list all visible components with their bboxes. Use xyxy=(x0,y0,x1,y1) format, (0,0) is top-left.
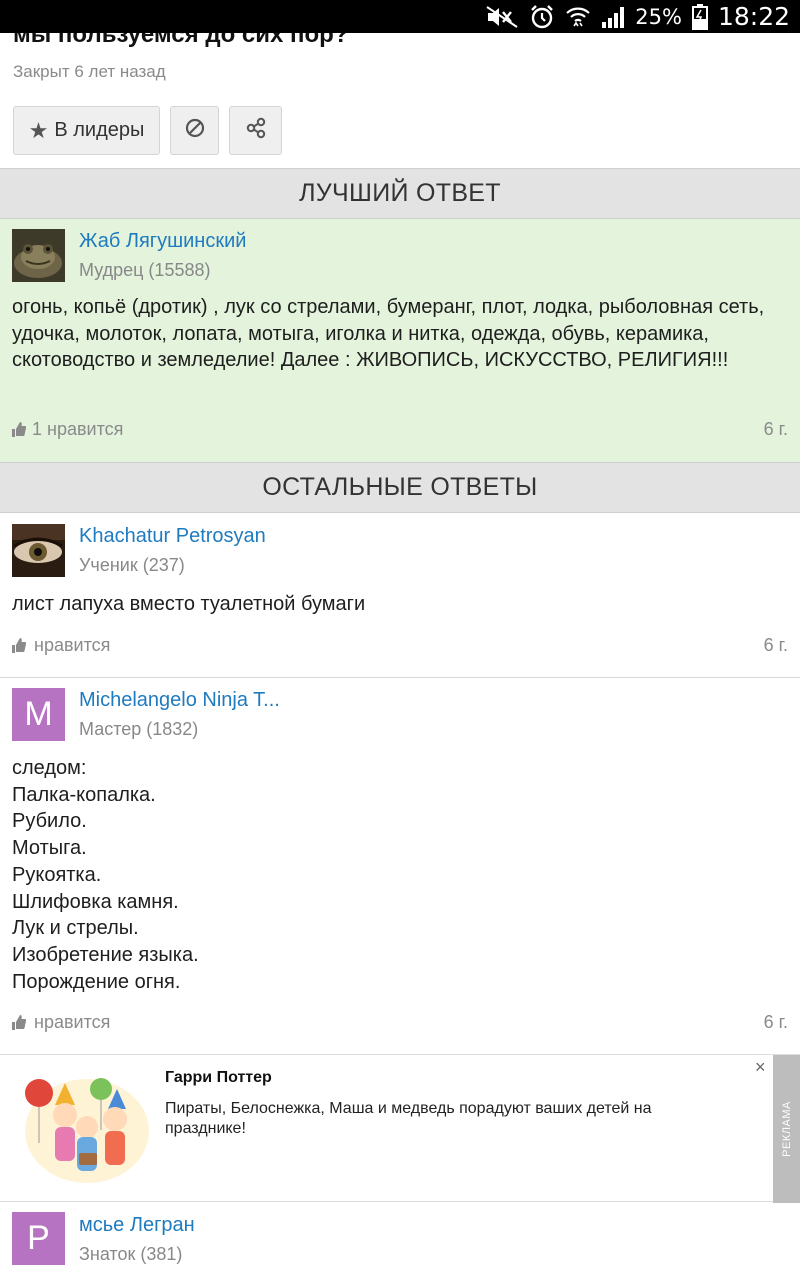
answer-text: лист лапуха вместо туалетной бумаги xyxy=(12,593,366,615)
thumbs-up-icon xyxy=(12,1014,26,1030)
like-label: нравится xyxy=(34,1012,111,1032)
author-name[interactable]: Khachatur Petrosyan xyxy=(79,525,266,548)
question-title: мы пользуемся до сих пор? xyxy=(13,33,349,48)
answer-line: Рубило. xyxy=(12,810,87,833)
author-rank: Знаток (381) xyxy=(79,1244,183,1264)
other-answers-header: ОСТАЛЬНЫЕ ОТВЕТЫ xyxy=(0,462,800,513)
closed-status: Закрыт 6 лет назад xyxy=(13,62,166,81)
mute-icon xyxy=(485,5,519,29)
best-answer-header: ЛУЧШИЙ ОТВЕТ xyxy=(0,168,800,219)
eye-avatar-image xyxy=(12,524,65,577)
answer-line: Лук и стрелы. xyxy=(12,917,139,940)
avatar-letter: P xyxy=(27,1219,50,1257)
avatar[interactable] xyxy=(12,524,65,577)
answer-age: 6 г. xyxy=(763,635,788,655)
battery-charging-icon xyxy=(691,3,708,30)
to-leaders-label: В лидеры xyxy=(54,119,145,141)
clock: 18:22 xyxy=(717,2,790,31)
share-icon xyxy=(244,116,268,146)
answer-text: огонь, копьё (дротик) , лук со стрелами,… xyxy=(12,296,765,372)
answer-line: Порождение огня. xyxy=(12,970,181,993)
avatar-letter: M xyxy=(24,695,53,733)
page-content: мы пользуемся до сих пор? Закрыт 6 лет н… xyxy=(0,33,800,1280)
ad-label: РЕКЛАМА xyxy=(773,1055,800,1203)
battery-percent: 25% xyxy=(635,4,682,29)
block-icon xyxy=(185,118,205,144)
advertisement[interactable]: Гарри Поттер Пираты, Белоснежка, Маша и … xyxy=(0,1054,800,1203)
avatar[interactable] xyxy=(12,229,65,282)
like-button[interactable]: нравится xyxy=(12,635,110,656)
best-answer: Жаб Лягушинский Мудрец (15588) огонь, ко… xyxy=(0,219,800,462)
answer-line: Шлифовка камня. xyxy=(12,890,179,913)
like-button[interactable]: нравится xyxy=(12,1012,110,1033)
ad-title[interactable]: Гарри Поттер xyxy=(165,1069,272,1087)
ad-text[interactable]: Пираты, Белоснежка, Маша и медведь порад… xyxy=(165,1099,735,1139)
answer-age: 6 г. xyxy=(763,1012,788,1032)
wifi-icon xyxy=(565,4,591,30)
author-name[interactable]: Жаб Лягушинский xyxy=(79,230,246,253)
avatar[interactable]: P xyxy=(12,1212,65,1265)
answer-item: M Michelangelo Ninja T... Мастер (1832) … xyxy=(0,678,800,1054)
author-rank: Мудрец (15588) xyxy=(79,260,211,280)
answer-text: следом: Палка-копалка. Рубило. Мотыга. Р… xyxy=(12,755,788,995)
status-bar: 25% 18:22 xyxy=(0,0,800,33)
like-button[interactable]: 1 нравится xyxy=(12,419,123,440)
like-label: нравится xyxy=(34,635,111,655)
author-rank: Мастер (1832) xyxy=(79,719,199,739)
answer-line: Рукоятка. xyxy=(12,863,102,886)
answer-item: Khachatur Petrosyan Ученик (237) лист ла… xyxy=(0,514,800,677)
like-count: 1 нравится xyxy=(32,419,124,439)
thumbs-up-icon xyxy=(12,421,26,437)
star-icon: ★ xyxy=(28,117,49,143)
party-kids-image xyxy=(25,1078,149,1183)
alarm-icon xyxy=(529,4,555,30)
author-name[interactable]: Michelangelo Ninja T... xyxy=(79,689,280,712)
avatar[interactable]: M xyxy=(12,688,65,741)
thumbs-up-icon xyxy=(12,637,26,653)
answer-line: Палка-копалка. xyxy=(12,783,156,806)
frog-avatar-image xyxy=(12,229,65,282)
ad-label-text: РЕКЛАМА xyxy=(780,1101,793,1157)
author-name[interactable]: мсье Легран xyxy=(79,1214,195,1237)
answer-line: Мотыга. xyxy=(12,837,87,860)
to-leaders-button[interactable]: ★ В лидеры xyxy=(13,106,160,155)
answer-age: 6 г. xyxy=(763,419,788,439)
share-button[interactable] xyxy=(229,106,282,155)
answer-line: Изобретение языка. xyxy=(12,943,199,966)
report-button[interactable] xyxy=(170,106,219,155)
answer-item: P мсье Легран Знаток (381) xyxy=(0,1203,800,1280)
answer-line: следом: xyxy=(12,757,87,779)
close-icon[interactable]: × xyxy=(755,1057,766,1078)
signal-icon xyxy=(601,5,627,29)
author-rank: Ученик (237) xyxy=(79,555,185,575)
